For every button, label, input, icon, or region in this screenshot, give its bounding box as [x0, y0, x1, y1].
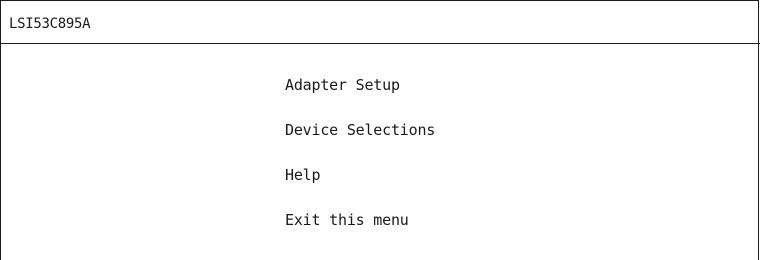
menu-item-adapter-setup[interactable]: Adapter Setup	[285, 76, 400, 94]
menu-item-help[interactable]: Help	[285, 166, 321, 184]
menu-item-exit[interactable]: Exit this menu	[285, 211, 409, 229]
menu-item-device-selections[interactable]: Device Selections	[285, 121, 435, 139]
title-bar: LSI53C895A	[1, 1, 760, 44]
adapter-title: LSI53C895A	[9, 16, 91, 32]
menu-window: LSI53C895A Adapter Setup Device Selectio…	[0, 0, 760, 260]
